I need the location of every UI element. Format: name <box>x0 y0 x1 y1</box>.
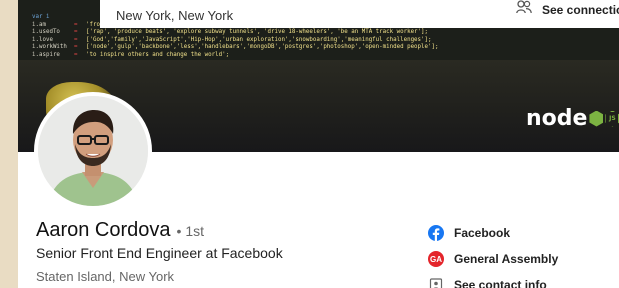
code-line: i.usedTo = ['rap', 'produce beats', 'exp… <box>32 29 429 36</box>
contact-card-icon <box>428 277 444 288</box>
school-general-assembly-link[interactable]: GA General Assembly <box>428 246 618 272</box>
code-line: i.aspire = 'to inspire others and change… <box>32 51 230 58</box>
profile-photo <box>38 96 148 206</box>
company-facebook-link[interactable]: Facebook <box>428 220 618 246</box>
school-general-assembly-label: General Assembly <box>454 252 559 266</box>
profile-location: Staten Island, New York <box>36 269 175 284</box>
general-assembly-icon: GA <box>428 251 444 267</box>
profile-card: var i i.am = 'front end developer'; i.us… <box>18 0 619 288</box>
hexagon-icon <box>589 110 604 127</box>
see-contact-info-label: See contact info <box>454 278 547 288</box>
connection-degree: • 1st <box>176 223 204 239</box>
code-line: i.workWith = ['node','gulp','backbone','… <box>32 44 439 51</box>
profile-name: Aaron Cordova <box>36 219 171 241</box>
nodejs-logo: node JS <box>526 106 619 131</box>
js-badge-icon: JS <box>605 110 619 127</box>
company-facebook-label: Facebook <box>454 226 511 240</box>
profile-name-row: Aaron Cordova • 1st <box>36 219 204 242</box>
see-contact-info-link[interactable]: See contact info <box>428 272 618 288</box>
svg-text:GA: GA <box>430 255 442 264</box>
profile-headline: Senior Front End Engineer at Facebook <box>36 245 283 261</box>
avatar[interactable] <box>34 92 152 210</box>
people-icon <box>516 0 532 19</box>
see-connections-label: See connectio <box>542 2 619 17</box>
see-connections-link[interactable]: See connectio <box>516 0 619 19</box>
header-location: New York, New York <box>116 8 234 23</box>
facebook-icon <box>428 225 444 241</box>
profile-aside: Facebook GA General Assembly See contact… <box>428 220 618 288</box>
nodejs-logo-text: node <box>526 106 588 131</box>
code-line: i.love = ['God','family','JavaScript','H… <box>32 36 432 43</box>
